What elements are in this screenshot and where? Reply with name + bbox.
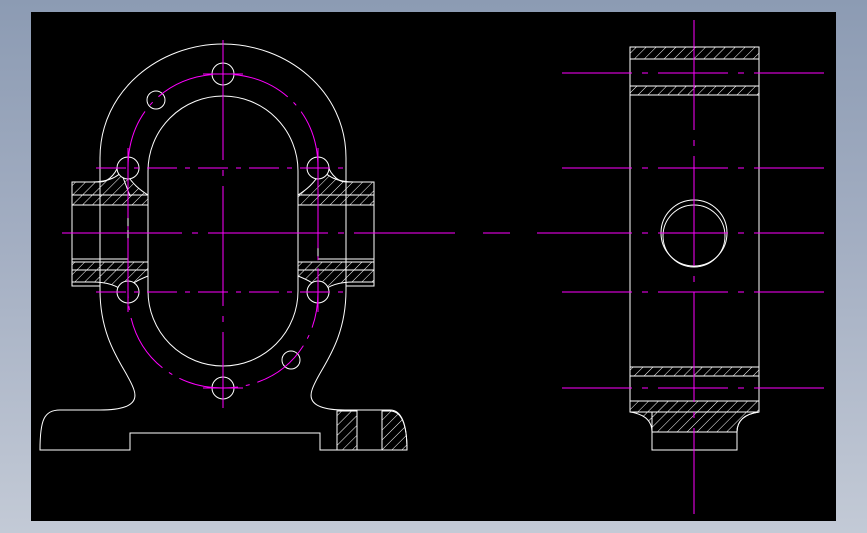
foot-hatch-left xyxy=(336,410,358,451)
drawing-canvas xyxy=(39,20,826,514)
foot-hatch-right xyxy=(381,410,408,451)
cad-drawing-viewport[interactable] xyxy=(31,12,836,521)
front-centerlines xyxy=(62,40,565,408)
